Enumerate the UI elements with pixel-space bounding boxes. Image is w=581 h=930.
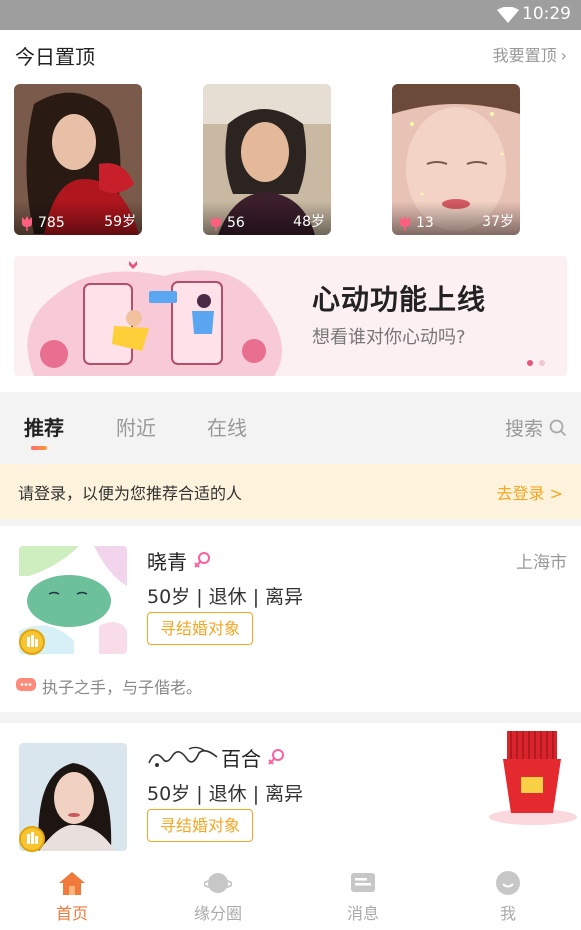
banner-title: 心动功能上线 — [312, 283, 487, 316]
wifi-icon — [497, 7, 519, 23]
nav-home[interactable]: 首页 — [32, 870, 112, 924]
age-label: 37岁 — [482, 214, 514, 230]
section-title: 今日置顶 — [15, 45, 95, 69]
gift-icon[interactable] — [485, 729, 581, 829]
nav-messages[interactable]: 消息 — [323, 870, 403, 924]
medal-icon — [19, 629, 45, 655]
banner-subtitle: 想看谁对你心动吗? — [312, 327, 466, 348]
login-button[interactable]: 去登录 > — [496, 480, 563, 504]
pinned-user-card[interactable]: 56 48岁 — [203, 84, 331, 235]
home-icon — [59, 872, 85, 895]
banner-pagination — [527, 360, 545, 366]
nav-me[interactable]: 我 — [468, 870, 548, 924]
login-prompt-message: 请登录，以便为您推荐合适的人 — [18, 484, 243, 503]
user-info: 50岁 | 退休 | 离异 — [147, 586, 304, 608]
profile-icon — [496, 871, 520, 895]
pagination-dot — [527, 360, 533, 366]
user-card[interactable]: 晓青 上海市 50岁 | 退休 | 离异 寻结婚对象 执子之手，与子偕老。 — [0, 526, 581, 712]
tulip-icon — [400, 216, 410, 231]
status-time: 10:29 — [522, 4, 571, 24]
likes-count: 13 — [416, 215, 434, 231]
search-label: 搜索 — [504, 418, 543, 440]
chevron-right-icon: › — [560, 46, 567, 65]
top-pinned-section: 今日置顶 我要置顶 › 785 59岁 56 48岁 13 37岁 心动功能上线… — [0, 30, 581, 392]
message-icon — [351, 873, 375, 892]
user-name[interactable]: 百合 — [147, 743, 285, 772]
want-top-link[interactable]: 我要置顶 › — [493, 42, 567, 66]
likes-count: 785 — [38, 215, 65, 231]
pinned-user-card[interactable]: 13 37岁 — [392, 84, 520, 235]
login-prompt-bar: 请登录，以便为您推荐合适的人 去登录 > — [0, 464, 581, 519]
tab-nearby[interactable]: 附近 — [116, 412, 156, 441]
tulip-icon — [22, 216, 32, 231]
want-top-label: 我要置顶 — [492, 46, 557, 65]
user-info: 50岁 | 退休 | 离异 — [147, 783, 304, 805]
goal-tag: 寻结婚对象 — [147, 612, 254, 645]
goal-tag: 寻结婚对象 — [147, 809, 254, 842]
female-icon — [194, 551, 210, 568]
planet-icon — [204, 873, 232, 893]
promo-banner[interactable]: 心动功能上线 想看谁对你心动吗? — [14, 256, 567, 376]
search-button[interactable]: 搜索 — [505, 414, 567, 441]
likes-count: 56 — [227, 215, 245, 231]
tulip-icon — [211, 216, 221, 231]
tab-online[interactable]: 在线 — [207, 412, 247, 441]
chat-bubble-icon — [16, 678, 36, 691]
user-city: 上海市 — [516, 553, 567, 573]
feed-tabs: 推荐 附近 在线 搜索 — [0, 392, 581, 462]
banner-illustration — [27, 261, 283, 376]
pinned-user-card[interactable]: 785 59岁 — [14, 84, 142, 235]
user-card[interactable]: 百合 50岁 | 退休 | 离异 寻结婚对象 — [0, 723, 581, 863]
pagination-dot — [539, 360, 545, 366]
user-quote: 执子之手，与子偕老。 — [16, 674, 202, 698]
bottom-nav: 首页 缘分圈 消息 我 — [0, 862, 581, 930]
tab-indicator — [31, 446, 47, 450]
nav-fate-circle[interactable]: 缘分圈 — [178, 870, 258, 924]
female-icon — [268, 748, 284, 765]
age-label: 59岁 — [104, 214, 136, 230]
user-name[interactable]: 晓青 — [147, 546, 211, 575]
decorative-swirl-icon — [148, 746, 218, 767]
search-icon — [549, 419, 567, 436]
medal-icon — [19, 826, 45, 852]
chevron-right-icon: > — [549, 484, 563, 503]
tab-recommend[interactable]: 推荐 — [24, 412, 64, 441]
age-label: 48岁 — [293, 214, 325, 230]
status-bar: 10:29 — [0, 0, 581, 30]
